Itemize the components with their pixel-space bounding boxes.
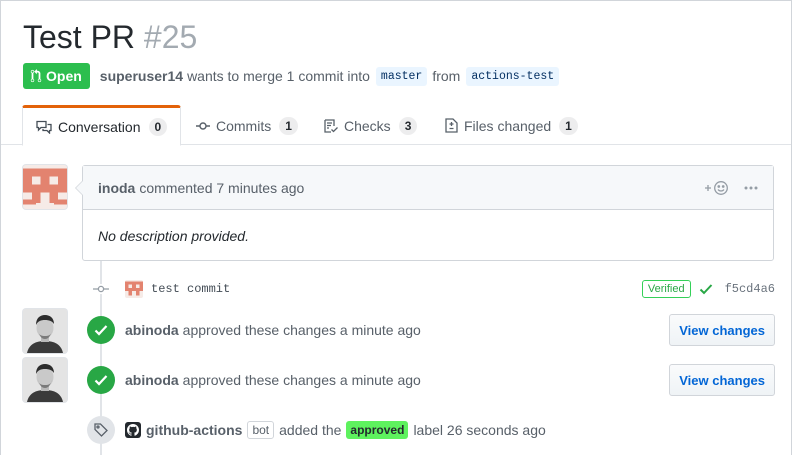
bot-badge: bot xyxy=(247,421,275,439)
file-diff-icon xyxy=(445,118,458,133)
review-text: approved these changes a minute ago xyxy=(182,372,421,388)
commit-sha-link[interactable]: f5cd4a6 xyxy=(725,282,775,296)
from-text: from xyxy=(432,68,461,84)
tab-label: Conversation xyxy=(58,118,141,135)
merge-text: wants to merge 1 commit into xyxy=(187,68,370,84)
more-options-button[interactable] xyxy=(744,186,758,190)
github-logo-icon xyxy=(127,424,139,436)
base-branch[interactable]: master xyxy=(375,66,428,86)
tag-icon xyxy=(87,416,115,444)
git-commit-icon xyxy=(91,284,111,294)
comment-action: commented 7 minutes ago xyxy=(139,179,305,196)
tab-label: Checks xyxy=(344,117,391,134)
review-event: abinoda approved these changes a minute … xyxy=(87,314,775,346)
git-commit-icon xyxy=(196,121,210,130)
checklist-icon xyxy=(324,118,338,133)
state-badge: Open xyxy=(23,63,90,89)
tab-commits[interactable]: Commits 1 xyxy=(196,105,298,146)
tab-label: Files changed xyxy=(464,117,552,134)
tab-checks[interactable]: Checks 3 xyxy=(324,105,418,146)
kebab-horizontal-icon xyxy=(744,186,758,189)
pull-request-page: Test PR #25 Open superuser14 wants to me… xyxy=(0,0,792,455)
comment-actions xyxy=(704,180,758,196)
comment-author-link[interactable]: inoda xyxy=(98,180,135,196)
tab-conversation[interactable]: Conversation 0 xyxy=(22,105,182,146)
actor-link[interactable]: github-actions xyxy=(146,422,242,438)
review-event: abinoda approved these changes a minute … xyxy=(87,364,775,396)
comment-box: inoda commented 7 minutes ago No descrip… xyxy=(75,165,774,261)
head-branch[interactable]: actions-test xyxy=(466,66,560,86)
verified-badge[interactable]: Verified xyxy=(641,280,691,298)
avatar[interactable] xyxy=(23,165,67,209)
commit-meta: Verified f5cd4a6 xyxy=(641,280,775,298)
tab-files-changed[interactable]: Files changed 1 xyxy=(445,105,578,146)
view-changes-button[interactable]: View changes xyxy=(669,364,775,396)
pr-meta: Open superuser14 wants to merge 1 commit… xyxy=(23,63,564,89)
pr-tabs: Conversation 0 Commits 1 Checks 3 Files … xyxy=(1,105,791,146)
comment-body: No description provided. xyxy=(98,228,249,244)
commit-author-avatar[interactable] xyxy=(125,280,143,298)
check-icon[interactable] xyxy=(699,283,713,295)
label-post-text: label 26 seconds ago xyxy=(413,422,546,438)
reviewer-link[interactable]: abinoda xyxy=(125,322,179,338)
git-pull-request-icon xyxy=(30,69,42,83)
label-pre-text: added the xyxy=(279,422,342,438)
commit-message-link[interactable]: test commit xyxy=(151,282,230,296)
label-event: github-actions bot added the approved la… xyxy=(87,415,775,445)
check-circle-icon xyxy=(87,316,115,344)
pr-title: Test PR xyxy=(23,19,136,55)
identicon-icon xyxy=(23,168,67,205)
identicon-icon xyxy=(125,281,143,296)
approved-label[interactable]: approved xyxy=(346,421,409,439)
reviewer-link[interactable]: abinoda xyxy=(125,372,179,388)
tab-counter: 1 xyxy=(279,116,298,135)
add-reaction-button[interactable] xyxy=(704,180,730,196)
check-circle-icon xyxy=(87,366,115,394)
avatar[interactable] xyxy=(23,309,67,353)
tab-counter: 0 xyxy=(148,117,168,136)
comment-header: inoda commented 7 minutes ago xyxy=(83,166,773,210)
user-photo-icon xyxy=(23,358,67,402)
commit-row: test commit Verified f5cd4a6 xyxy=(91,277,775,301)
state-label: Open xyxy=(46,68,82,84)
view-changes-button[interactable]: View changes xyxy=(669,314,775,346)
pr-number: #25 xyxy=(143,19,198,55)
comment-discussion-icon xyxy=(36,120,52,134)
user-photo-icon xyxy=(23,309,67,353)
tab-counter: 1 xyxy=(559,116,578,135)
pr-author-link[interactable]: superuser14 xyxy=(100,68,183,84)
review-text: approved these changes a minute ago xyxy=(182,322,421,338)
smiley-plus-icon xyxy=(705,180,728,195)
page-title: Test PR #25 xyxy=(23,17,197,57)
tab-counter: 3 xyxy=(398,116,418,135)
avatar[interactable] xyxy=(23,358,67,402)
tab-label: Commits xyxy=(216,117,272,134)
github-actions-avatar[interactable] xyxy=(125,422,141,438)
